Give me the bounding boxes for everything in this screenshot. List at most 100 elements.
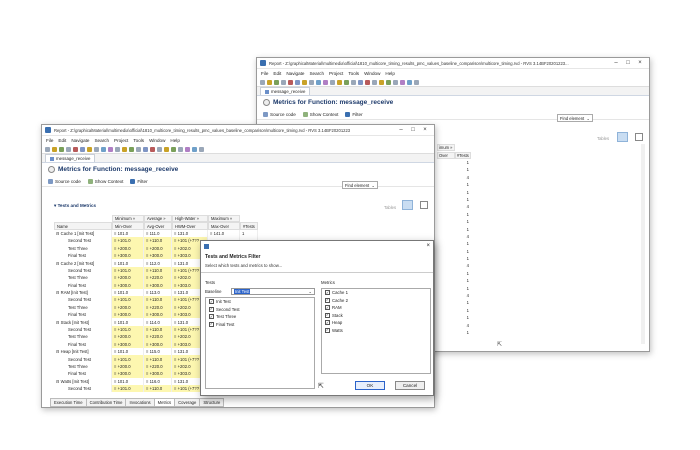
toolbar-icon[interactable] [136,146,141,152]
test-item[interactable]: ✓ Init Test [206,298,314,306]
tab-contribution-time[interactable]: Contribution Time [85,398,127,407]
menu-item-file[interactable]: File [261,71,268,76]
toolbar-icon[interactable] [358,79,363,85]
menu-item-window[interactable]: Window [364,71,380,76]
toolbar-icon[interactable] [288,79,293,85]
toolbar-icon[interactable] [281,79,286,85]
front-source-code-button[interactable]: Source code [48,178,81,184]
back-table-view-icon[interactable] [617,132,628,142]
metric-checkbox[interactable]: ✓ [325,305,330,311]
test-item[interactable]: ✓ Final Test [206,321,314,329]
close-icon[interactable]: × [419,127,431,133]
menu-item-navigate[interactable]: Navigate [71,138,89,143]
col-hwm-over[interactable]: HWM-Over [172,222,208,230]
toolbar-icon[interactable] [330,79,335,85]
menu-item-navigate[interactable]: Navigate [286,71,304,76]
toolbar-icon[interactable] [143,146,148,152]
back-filter-button[interactable]: Filter [345,111,363,117]
toolbar-icon[interactable] [185,146,190,152]
menu-item-search[interactable]: Search [309,71,324,76]
toolbar-icon[interactable] [59,146,64,152]
toolbar-icon[interactable] [66,146,71,152]
close-icon[interactable]: × [634,60,646,66]
toolbar-icon[interactable] [386,79,391,85]
test-checkbox[interactable]: ✓ [209,299,214,305]
minimize-icon[interactable]: – [610,60,622,66]
back-show-context-button[interactable]: Show Context [302,111,338,117]
tab-invocations[interactable]: Invocations [125,398,155,407]
toolbar-icon[interactable] [45,146,50,152]
menu-item-edit[interactable]: Edit [58,138,66,143]
metric-item[interactable]: ✓ Heap [322,319,430,327]
minimize-icon[interactable]: – [395,127,407,133]
toolbar-icon[interactable] [164,146,169,152]
toolbar-icon[interactable] [337,79,342,85]
toolbar-icon[interactable] [316,79,321,85]
tab-execution-time[interactable]: Execution Time [50,398,87,407]
toolbar-icon[interactable] [150,146,155,152]
menu-item-tools[interactable]: Tools [133,138,144,143]
toolbar-icon[interactable] [414,79,419,85]
menu-item-help[interactable]: Help [170,138,179,143]
menu-item-file[interactable]: File [46,138,53,143]
col-tests[interactable]: #Tests [240,222,258,230]
col-name[interactable]: Name [54,222,112,230]
metric-item[interactable]: ✓ Stack [322,312,430,320]
toolbar-icon[interactable] [309,79,314,85]
toolbar-icon[interactable] [108,146,113,152]
toolbar-icon[interactable] [73,146,78,152]
metric-checkbox[interactable]: ✓ [325,320,330,326]
toolbar-icon[interactable] [87,146,92,152]
metric-item[interactable]: ✓ Cache 1 [322,289,430,297]
tab-metrics[interactable]: Metrics [153,398,176,407]
tab-coverage[interactable]: Coverage [174,398,201,407]
metric-item[interactable]: ✓ RAM [322,304,430,312]
menu-item-window[interactable]: Window [149,138,165,143]
front-tree-view-icon[interactable] [420,201,428,209]
toolbar-icon[interactable] [80,146,85,152]
toolbar-icon[interactable] [344,79,349,85]
menu-item-tools[interactable]: Tools [348,71,359,76]
metric-item[interactable]: ✓ Cache 2 [322,297,430,305]
toolbar-icon[interactable] [101,146,106,152]
toolbar-icon[interactable] [171,146,176,152]
dialog-close-icon[interactable]: × [426,243,430,249]
front-find-element-box[interactable]: Find element ⌄ [342,181,378,189]
metric-item[interactable]: ✓ Watts [322,327,430,335]
group-high-water[interactable]: High-Water » [172,215,208,223]
toolbar-icon[interactable] [393,79,398,85]
menu-item-project[interactable]: Project [114,138,128,143]
front-show-context-button[interactable]: Show Context [87,178,123,184]
metric-checkbox[interactable]: ✓ [325,327,330,333]
toolbar-icon[interactable] [365,79,370,85]
tab-structure[interactable]: Structure [199,398,225,407]
back-vertical-scrollbar[interactable] [641,144,645,344]
back-source-code-button[interactable]: Source code [263,111,296,117]
maximize-icon[interactable]: □ [407,127,419,133]
front-tab-message-receive[interactable]: message_receive [45,154,96,162]
front-filter-button[interactable]: Filter [130,178,148,184]
group-maximum[interactable]: Maximum » [208,215,240,223]
section-tests-and-metrics[interactable]: ▾ Tests and Metrics [54,203,96,209]
metric-checkbox[interactable]: ✓ [325,297,330,303]
menu-item-search[interactable]: Search [94,138,109,143]
toolbar-icon[interactable] [115,146,120,152]
toolbar-icon[interactable] [52,146,57,152]
toolbar-icon[interactable] [129,146,134,152]
group-average[interactable]: Average » [144,215,172,223]
test-checkbox[interactable]: ✓ [209,314,214,320]
toolbar-icon[interactable] [407,79,412,85]
toolbar-icon[interactable] [295,79,300,85]
toolbar-icon[interactable] [199,146,204,152]
group-minimum[interactable]: Minimum » [112,215,144,223]
test-item[interactable]: ✓ Test Three [206,313,314,321]
metric-checkbox[interactable]: ✓ [325,312,330,318]
test-checkbox[interactable]: ✓ [209,321,214,327]
toolbar-icon[interactable] [323,79,328,85]
cancel-button[interactable]: Cancel [395,381,425,390]
toolbar-icon[interactable] [400,79,405,85]
menu-item-help[interactable]: Help [385,71,394,76]
back-find-element-box[interactable]: Find element ⌄ [557,114,593,122]
toolbar-icon[interactable] [192,146,197,152]
menu-item-edit[interactable]: Edit [273,71,281,76]
